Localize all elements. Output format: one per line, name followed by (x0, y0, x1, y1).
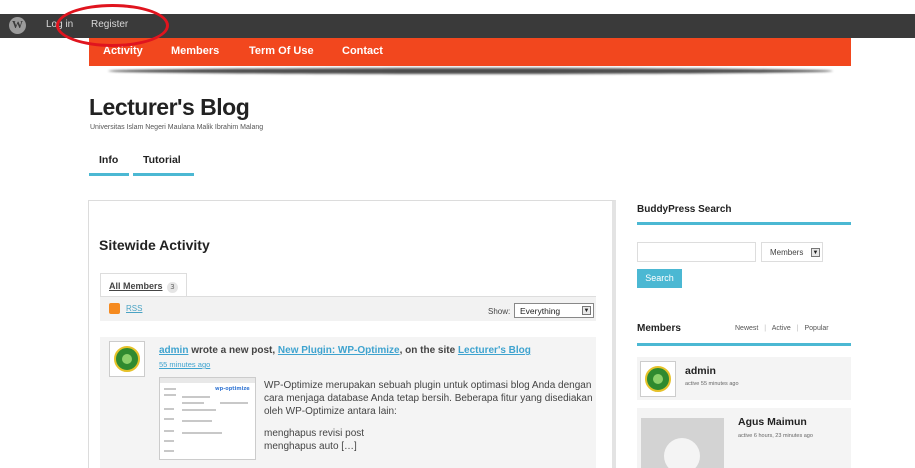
search-type-select[interactable]: Members ▼ (761, 242, 823, 262)
nav-members[interactable]: Members (171, 45, 219, 57)
activity-action-text: wrote a new post, (188, 345, 278, 356)
site-description: Universitas Islam Negeri Maulana Malik I… (90, 124, 264, 131)
thumb-line (182, 432, 222, 434)
activity-excerpt-line: menghapus auto […] (264, 441, 357, 452)
activity-timestamp[interactable]: 55 minutes ago (159, 360, 210, 369)
activity-excerpt: WP-Optimize merupakan sebuah plugin untu… (264, 380, 593, 417)
university-emblem-icon (114, 346, 140, 372)
site-title[interactable]: Lecturer's Blog (89, 94, 250, 121)
nav-contact[interactable]: Contact (342, 45, 383, 57)
buddypress-search-title: BuddyPress Search (637, 204, 732, 215)
thumb-line (182, 420, 212, 422)
thumb-line (182, 396, 210, 398)
thumb-line (164, 394, 176, 396)
subnav-tutorial[interactable]: Tutorial (143, 154, 181, 166)
tab-all-members-label[interactable]: All Members (109, 281, 163, 291)
tab-all-members[interactable]: All Members 3 (100, 273, 187, 297)
avatar[interactable] (109, 341, 145, 377)
show-label: Show: (488, 307, 511, 316)
thumb-line (164, 388, 176, 390)
member-last-active: active 55 minutes ago (685, 381, 739, 387)
activity-header: admin wrote a new post, New Plugin: WP-O… (159, 345, 531, 356)
member-name[interactable]: admin (685, 365, 716, 377)
rss-icon[interactable] (109, 303, 120, 314)
avatar-placeholder[interactable] (641, 418, 724, 468)
subnav-tutorial-underline (133, 173, 194, 176)
wordpress-logo-icon[interactable]: W (9, 17, 26, 34)
chevron-down-icon: ▼ (811, 248, 820, 257)
activity-site-link[interactable]: Lecturer's Blog (458, 345, 531, 356)
search-input[interactable] (637, 242, 756, 262)
register-link[interactable]: Register (91, 19, 128, 30)
nav-shadow (108, 68, 833, 74)
thumb-line (164, 408, 174, 410)
nav-activity[interactable]: Activity (103, 45, 143, 57)
thumb-line (164, 430, 174, 432)
filter-active[interactable]: Active (772, 325, 791, 332)
subnav-info-underline (89, 173, 129, 176)
filter-newest[interactable]: Newest (735, 325, 758, 332)
thumb-logo: wp-optimize (215, 386, 250, 392)
activity-excerpt-line: menghapus revisi post (264, 428, 365, 439)
activity-post-link[interactable]: New Plugin: WP-Optimize (278, 345, 400, 356)
activity-site-prefix: , on the site (399, 345, 458, 356)
member-name[interactable]: Agus Maimun (738, 416, 807, 428)
subnav-info[interactable]: Info (99, 154, 118, 166)
filter-separator: | (796, 325, 799, 332)
filter-separator: | (764, 325, 767, 332)
show-filter-select[interactable]: Everything ▼ (514, 303, 594, 318)
admin-bar: W Log in Register (0, 14, 915, 38)
filter-popular[interactable]: Popular (804, 325, 828, 332)
thumb-line (164, 418, 174, 420)
thumb-line (182, 402, 204, 404)
rss-link[interactable]: RSS (126, 304, 142, 313)
member-filters: Newest | Active | Popular (735, 325, 829, 332)
nav-term-of-use[interactable]: Term Of Use (249, 45, 314, 57)
login-link[interactable]: Log in (46, 19, 73, 30)
members-widget-title: Members (637, 323, 681, 334)
chevron-down-icon: ▼ (582, 306, 591, 315)
search-type-value: Members (770, 248, 804, 257)
thumb-line (220, 402, 248, 404)
person-silhouette-icon (664, 438, 700, 468)
university-emblem-icon (645, 366, 671, 392)
thumb-line (164, 450, 174, 452)
thumb-toolbar (160, 378, 255, 383)
show-filter-value: Everything (520, 306, 561, 316)
thumb-line (182, 409, 216, 411)
thumb-line (164, 440, 174, 442)
member-last-active: active 6 hours, 23 minutes ago (738, 433, 813, 439)
main-navigation: Activity Members Term Of Use Contact (89, 38, 851, 66)
tab-count-badge: 3 (167, 282, 178, 293)
members-title-underline (637, 343, 851, 346)
page-title: Sitewide Activity (99, 237, 210, 253)
search-button[interactable]: Search (637, 269, 682, 288)
avatar[interactable] (640, 361, 676, 397)
activity-author-link[interactable]: admin (159, 345, 188, 356)
post-thumbnail[interactable]: wp-optimize (159, 377, 256, 460)
search-title-underline (637, 222, 851, 225)
